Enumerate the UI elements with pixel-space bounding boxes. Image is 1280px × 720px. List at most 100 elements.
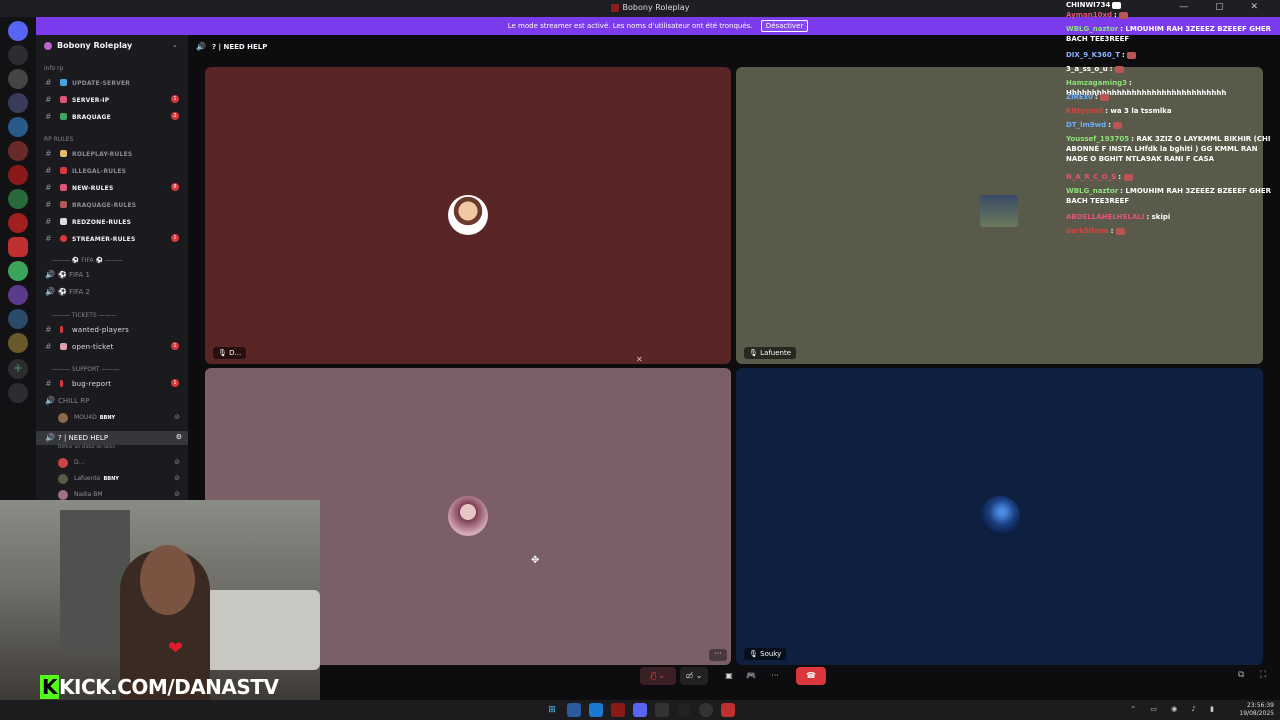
hash-icon: # — [45, 112, 52, 121]
muted-icon: ⊘ — [174, 474, 180, 482]
category-tickets[interactable]: ——— TICKETS ——— — [52, 312, 117, 319]
heart-icon: ❤ — [168, 638, 184, 659]
voice-channel-chill-rp[interactable]: 🔊 CHILL RP — [36, 394, 188, 408]
channel-roleplay-rules[interactable]: # ROLEPLAY-RULES — [36, 147, 188, 161]
tile-username: 🎙 D... — [213, 347, 247, 359]
muted-icon: ⊘ — [174, 458, 180, 466]
disable-streamer-mode-button[interactable]: Désactiver — [760, 20, 809, 32]
channel-streamer-rules[interactable]: # STREAMER-RULES 1 — [36, 232, 188, 246]
server-icon[interactable] — [8, 141, 28, 161]
chat-message: CHINWI734 — [1066, 0, 1280, 10]
call-controls: 🎙̸ ⌄ ▭̸ ⌄ ▣ 🎮 ··· ☎ — [640, 665, 830, 687]
muted-icon: ⊘ — [174, 490, 180, 498]
avatar — [58, 490, 68, 500]
channel-braquage-rules[interactable]: # BRAQUAGE-RULES — [36, 198, 188, 212]
settings-icon[interactable]: ⚙ — [176, 433, 182, 441]
streamer-head — [140, 545, 195, 615]
server-icon[interactable] — [8, 309, 28, 329]
voice-channel-need-help[interactable]: 🔊? | NEED HELP ⚙ — [36, 431, 188, 445]
speaker-icon: 🔊 — [45, 287, 55, 296]
channel-sidebar: Bobony Roleplay ⌄ info rp # UPDATE-SERVER… — [36, 35, 188, 500]
video-tile[interactable]: 🎙 Souky — [736, 368, 1263, 665]
channel-redzone-rules[interactable]: # REDZONE-RULES — [36, 215, 188, 229]
channel-status-hint[interactable]: Définir un statut de salon — [58, 445, 115, 450]
mention-badge: 1 — [171, 379, 179, 387]
mute-mic-button[interactable]: 🎙̸ ⌄ — [640, 667, 676, 685]
category-rp-rules[interactable]: RP RULES — [44, 136, 73, 143]
channel-update-server[interactable]: # UPDATE-SERVER — [36, 76, 188, 90]
channel-server-ip[interactable]: # SERVER-IP 1 — [36, 93, 188, 107]
channel-wanted-players[interactable]: # wanted-players — [36, 323, 188, 337]
server-avatar-icon — [44, 41, 52, 50]
channel-open-ticket[interactable]: # open-ticket 1 — [36, 340, 188, 354]
add-server-icon[interactable]: + — [8, 359, 28, 379]
explore-icon[interactable] — [8, 383, 28, 403]
avatar — [58, 413, 68, 423]
fullscreen-icon[interactable]: ⛶ — [1260, 670, 1266, 680]
chevron-down-icon[interactable]: ⌄ — [172, 41, 178, 49]
video-tile[interactable]: 🎙 D... — [205, 67, 731, 364]
speaker-icon: 🔊 — [45, 433, 55, 442]
server-icon[interactable] — [8, 333, 28, 353]
avatar — [448, 195, 488, 235]
voice-user[interactable]: D... ⊘ — [36, 456, 188, 470]
active-server-icon[interactable] — [8, 237, 28, 257]
file-explorer-icon[interactable] — [567, 703, 581, 717]
app-icon[interactable] — [655, 703, 669, 717]
server-icon[interactable] — [8, 69, 28, 89]
activities-button[interactable]: 🎮 — [742, 667, 760, 685]
close-icon[interactable]: ✕ — [636, 355, 643, 364]
discord-icon[interactable] — [633, 703, 647, 717]
server-icon[interactable] — [8, 189, 28, 209]
home-server-icon[interactable] — [8, 21, 28, 41]
more-options-button[interactable]: ··· — [766, 667, 784, 685]
more-options-icon[interactable]: ··· — [709, 649, 727, 661]
popout-icon[interactable]: ⧉ — [1238, 670, 1244, 680]
channel-emoji-icon — [60, 96, 67, 103]
app-icon[interactable] — [699, 703, 713, 717]
obs-icon[interactable] — [677, 703, 691, 717]
voice-user[interactable]: Lafuente BBNY ⊘ — [36, 472, 188, 486]
server-icon[interactable] — [8, 213, 28, 233]
chat-message: DIX_9_K360_T: — [1066, 50, 1280, 60]
channel-emoji-icon — [60, 201, 67, 208]
category-fifa[interactable]: ——— ⚽ FIFA ⚽ ——— — [52, 257, 123, 264]
server-icon[interactable] — [8, 117, 28, 137]
channel-illegal-rules[interactable]: # ILLEGAL-RULES — [36, 164, 188, 178]
chat-message: Ayman10xd: — [1066, 10, 1280, 20]
hash-icon: # — [45, 78, 52, 87]
server-name[interactable]: Bobony Roleplay — [44, 41, 132, 50]
ticket-icon — [60, 343, 67, 350]
channel-braquage[interactable]: # BRAQUAGE 2 — [36, 110, 188, 124]
app-icon[interactable] — [611, 703, 625, 717]
server-icon[interactable] — [8, 285, 28, 305]
server-icon[interactable] — [8, 45, 28, 65]
hash-icon: # — [45, 217, 52, 226]
system-tray-icons[interactable]: ⌃ ▭ ◉ ♪ ▮ — [1130, 705, 1220, 713]
hash-icon: # — [45, 325, 52, 334]
voice-channel-fifa-2[interactable]: 🔊 ⚽ FIFA 2 — [36, 285, 188, 299]
taskbar-clock[interactable]: 23:56:39 19/08/2025 — [1239, 702, 1274, 718]
server-icon[interactable] — [8, 261, 28, 281]
category-support[interactable]: ——— SUPPORT ——— — [52, 366, 119, 373]
brave-icon[interactable] — [721, 703, 735, 717]
voice-channel-fifa-1[interactable]: 🔊 ⚽ FIFA 1 — [36, 268, 188, 282]
voice-user[interactable]: MOU4D BBNY ⊘ — [36, 411, 188, 425]
channel-emoji-icon — [60, 79, 67, 86]
windows-start-icon[interactable]: ⊞ — [545, 703, 559, 717]
windows-taskbar: ⊞ ⌃ ▭ ◉ ♪ ▮ 23:56:39 19/08/2025 — [0, 700, 1280, 720]
hash-icon: # — [45, 166, 52, 175]
avatar — [58, 458, 68, 468]
category-info[interactable]: info rp — [44, 65, 63, 72]
kick-channel-overlay: K KICK.COM/DANASTV — [40, 675, 279, 699]
camera-button[interactable]: ▭̸ ⌄ — [680, 667, 708, 685]
screen-share-button[interactable]: ▣ — [720, 667, 738, 685]
browser-icon[interactable] — [589, 703, 603, 717]
server-icon[interactable] — [8, 93, 28, 113]
emote-icon — [1113, 121, 1123, 129]
channel-new-rules[interactable]: # NEW-RULES 8 — [36, 181, 188, 195]
disconnect-button[interactable]: ☎ — [796, 667, 826, 685]
channel-bug-report[interactable]: # bug-report 1 — [36, 377, 188, 391]
channel-emoji-icon — [60, 167, 67, 174]
server-icon[interactable] — [8, 165, 28, 185]
